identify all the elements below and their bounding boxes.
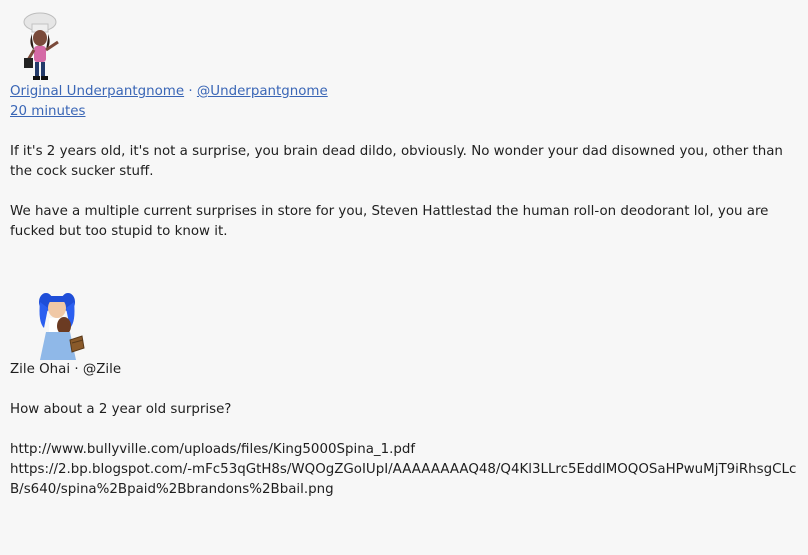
post-paragraph: How about a 2 year old surprise?	[10, 402, 232, 417]
post-paragraph: If it's 2 years old, it's not a surprise…	[10, 144, 783, 179]
post: Original Underpantgnome · @Underpantgnom…	[10, 10, 798, 262]
post-body: How about a 2 year old surprise? http://…	[10, 400, 798, 500]
pasted-url: https://2.bp.blogspot.com/-mFc53qGtH8s/W…	[10, 462, 797, 497]
post: Zile Ohai · @Zile How about a 2 year old…	[10, 288, 798, 500]
post-body: If it's 2 years old, it's not a surprise…	[10, 142, 798, 242]
author-handle-link[interactable]: @Underpantgnome	[197, 84, 328, 99]
meta-separator: ·	[74, 362, 79, 377]
post-meta: Zile Ohai · @Zile	[10, 360, 798, 380]
post-timestamp-link[interactable]: 20 minutes	[10, 104, 86, 119]
avatar-chef-icon[interactable]	[10, 10, 70, 82]
meta-separator: ·	[188, 84, 193, 99]
author-name[interactable]: Zile Ohai	[10, 362, 70, 377]
avatar-blue-hair-girl-icon[interactable]	[30, 288, 100, 360]
author-name-link[interactable]: Original Underpantgnome	[10, 84, 184, 99]
pasted-url: http://www.bullyville.com/uploads/files/…	[10, 442, 416, 457]
post-paragraph: We have a multiple current surprises in …	[10, 204, 769, 239]
post-meta: Original Underpantgnome · @Underpantgnom…	[10, 82, 798, 122]
author-handle[interactable]: @Zile	[83, 362, 121, 377]
